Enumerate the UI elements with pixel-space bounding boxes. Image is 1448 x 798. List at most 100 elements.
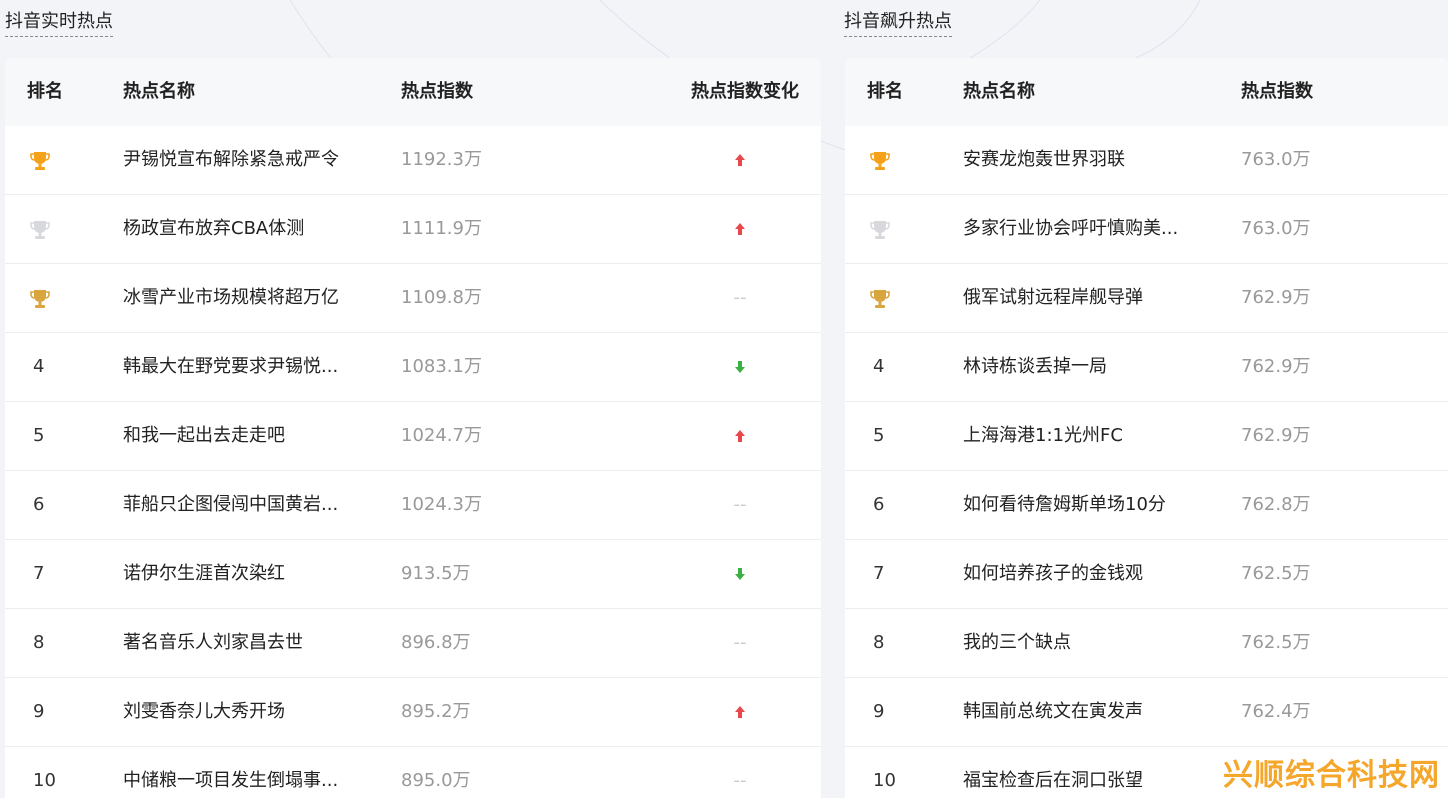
gold-trophy-icon (870, 152, 890, 170)
hot-topic-name[interactable]: 如何看待詹姆斯单场10分 (963, 471, 1223, 539)
hot-topic-name[interactable]: 冰雪产业市场规模将超万亿 (123, 264, 383, 332)
hot-index-value: 762.9万 (1241, 356, 1311, 377)
arrow-up-icon (735, 154, 745, 166)
hot-topic-name[interactable]: 中储粮一项目发生倒塌事... (123, 747, 383, 798)
header-change: 热点指数变化 (691, 81, 799, 102)
table-row[interactable]: 俄军试射远程岸舰导弹 762.9万 (845, 264, 1448, 333)
rank-number: 8 (33, 632, 45, 653)
header-rank: 排名 (867, 81, 903, 102)
bronze-trophy-icon (30, 290, 50, 308)
hot-index-value: 895.2万 (401, 701, 471, 722)
rank-number: 6 (873, 494, 885, 515)
rank-number: 7 (873, 563, 885, 584)
hot-topic-name[interactable]: 尹锡悦宣布解除紧急戒严令 (123, 126, 383, 194)
table-row[interactable]: 10 中储粮一项目发生倒塌事... 895.0万 -- (5, 747, 821, 798)
hot-topic-name[interactable]: 多家行业协会呼吁慎购美... (963, 195, 1223, 263)
table-row[interactable]: 6 如何看待詹姆斯单场10分 762.8万 (845, 471, 1448, 540)
header-name: 热点名称 (123, 81, 195, 102)
rank-number: 4 (33, 356, 45, 377)
table-row[interactable]: 7 如何培养孩子的金钱观 762.5万 (845, 540, 1448, 609)
silver-trophy-icon (870, 221, 890, 239)
rank-number: 10 (33, 770, 56, 791)
arrow-down-icon (735, 568, 745, 580)
no-change-dash: -- (733, 770, 747, 791)
table-body: 安赛龙炮轰世界羽联 763.0万 多家行业协会呼吁慎购美... 763.0万 俄军试射远… (845, 126, 1448, 798)
table-row[interactable]: 安赛龙炮轰世界羽联 763.0万 (845, 126, 1448, 195)
rank-number: 5 (873, 425, 885, 446)
hot-topic-name[interactable]: 韩国前总统文在寅发声 (963, 678, 1223, 746)
rising-hot-title: 抖音飙升热点 (844, 10, 952, 37)
hot-index-value: 896.8万 (401, 632, 471, 653)
table-row[interactable]: 杨政宣布放弃CBA体测 1111.9万 (5, 195, 821, 264)
header-index: 热点指数 (401, 81, 473, 102)
hot-topic-name[interactable]: 安赛龙炮轰世界羽联 (963, 126, 1223, 194)
rank-number: 9 (873, 701, 885, 722)
hot-index-value: 1111.9万 (401, 218, 482, 239)
hot-index-value: 1024.3万 (401, 494, 482, 515)
no-change-dash: -- (733, 494, 747, 515)
rank-number: 7 (33, 563, 45, 584)
hot-index-value: 762.4万 (1241, 701, 1311, 722)
table-row[interactable]: 4 韩最大在野党要求尹锡悦... 1083.1万 (5, 333, 821, 402)
hot-topic-name[interactable]: 杨政宣布放弃CBA体测 (123, 195, 383, 263)
hot-topic-name[interactable]: 上海海港1:1光州FC (963, 402, 1223, 470)
hot-topic-name[interactable]: 刘雯香奈儿大秀开场 (123, 678, 383, 746)
rank-number: 10 (873, 770, 896, 791)
hot-index-value: 762.5万 (1241, 632, 1311, 653)
no-change-dash: -- (733, 287, 747, 308)
hot-index-value: 895.0万 (401, 770, 471, 791)
table-row[interactable]: 4 林诗栋谈丢掉一局 762.9万 (845, 333, 1448, 402)
hot-index-value: 763.0万 (1241, 149, 1311, 170)
table-row[interactable]: 尹锡悦宣布解除紧急戒严令 1192.3万 (5, 126, 821, 195)
table-row[interactable]: 多家行业协会呼吁慎购美... 763.0万 (845, 195, 1448, 264)
table-row[interactable]: 6 菲船只企图侵闯中国黄岩... 1024.3万 -- (5, 471, 821, 540)
hot-topic-name[interactable]: 林诗栋谈丢掉一局 (963, 333, 1223, 401)
hot-index-value: 1109.8万 (401, 287, 482, 308)
hot-index-value: 1024.7万 (401, 425, 482, 446)
table-row[interactable]: 8 著名音乐人刘家昌去世 896.8万 -- (5, 609, 821, 678)
no-change-dash: -- (733, 632, 747, 653)
header-rank: 排名 (27, 81, 63, 102)
hot-index-value: 1083.1万 (401, 356, 482, 377)
rank-number: 4 (873, 356, 885, 377)
table-row[interactable]: 9 刘雯香奈儿大秀开场 895.2万 (5, 678, 821, 747)
hot-index-value: 1192.3万 (401, 149, 482, 170)
rank-number: 6 (33, 494, 45, 515)
hot-topic-name[interactable]: 诺伊尔生涯首次染红 (123, 540, 383, 608)
hot-topic-name[interactable]: 俄军试射远程岸舰导弹 (963, 264, 1223, 332)
hot-topic-name[interactable]: 菲船只企图侵闯中国黄岩... (123, 471, 383, 539)
hot-topic-name[interactable]: 韩最大在野党要求尹锡悦... (123, 333, 383, 401)
gold-trophy-icon (30, 152, 50, 170)
rank-number: 9 (33, 701, 45, 722)
realtime-hot-table: 排名 热点名称 热点指数 热点指数变化 尹锡悦宣布解除紧急戒严令 1192.3万杨… (5, 58, 821, 798)
table-header: 排名 热点名称 热点指数 热点指数变化 (5, 58, 821, 126)
hot-topic-name[interactable]: 福宝检查后在洞口张望 (963, 747, 1223, 798)
table-row[interactable]: 5 上海海港1:1光州FC 762.9万 (845, 402, 1448, 471)
table-row[interactable]: 9 韩国前总统文在寅发声 762.4万 (845, 678, 1448, 747)
table-row[interactable]: 冰雪产业市场规模将超万亿 1109.8万 -- (5, 264, 821, 333)
hot-topic-name[interactable]: 和我一起出去走走吧 (123, 402, 383, 470)
hot-topic-name[interactable]: 如何培养孩子的金钱观 (963, 540, 1223, 608)
hot-index-value: 762.9万 (1241, 287, 1311, 308)
arrow-up-icon (735, 223, 745, 235)
bronze-trophy-icon (870, 290, 890, 308)
arrow-down-icon (735, 361, 745, 373)
realtime-hot-title: 抖音实时热点 (5, 10, 113, 37)
hot-topic-name[interactable]: 我的三个缺点 (963, 609, 1223, 677)
silver-trophy-icon (30, 221, 50, 239)
watermark: 兴顺综合科技网 (1223, 758, 1440, 793)
table-header: 排名 热点名称 热点指数 (845, 58, 1448, 126)
rank-number: 8 (873, 632, 885, 653)
table-row[interactable]: 7 诺伊尔生涯首次染红 913.5万 (5, 540, 821, 609)
hot-index-value: 762.9万 (1241, 425, 1311, 446)
arrow-up-icon (735, 706, 745, 718)
hot-index-value: 762.8万 (1241, 494, 1311, 515)
hot-topic-name[interactable]: 著名音乐人刘家昌去世 (123, 609, 383, 677)
header-index: 热点指数 (1241, 81, 1313, 102)
table-row[interactable]: 5 和我一起出去走走吧 1024.7万 (5, 402, 821, 471)
table-body: 尹锡悦宣布解除紧急戒严令 1192.3万杨政宣布放弃CBA体测 1111.9万冰雪产… (5, 126, 821, 798)
table-row[interactable]: 8 我的三个缺点 762.5万 (845, 609, 1448, 678)
rank-number: 5 (33, 425, 45, 446)
hot-index-value: 762.5万 (1241, 563, 1311, 584)
hot-index-value: 763.0万 (1241, 218, 1311, 239)
